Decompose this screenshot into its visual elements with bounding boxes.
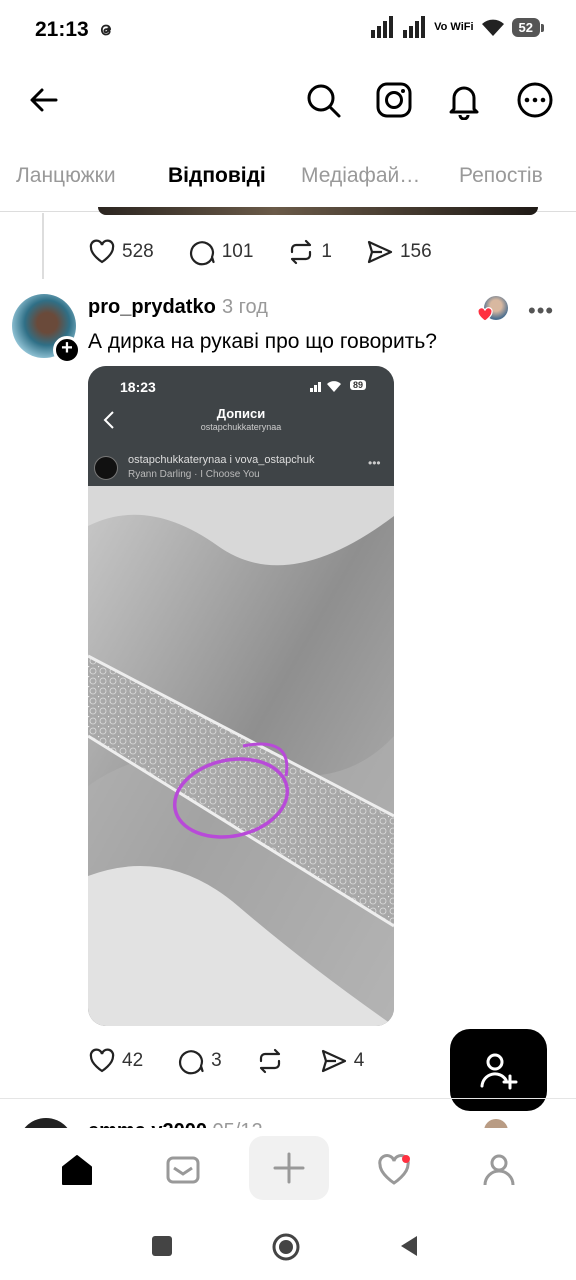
tab-replies[interactable]: Відповіді bbox=[168, 164, 266, 188]
embedded-subtitle: ostapchukkaterynaa bbox=[200, 422, 282, 432]
post-time: 3 год bbox=[222, 296, 268, 318]
plus-icon bbox=[273, 1152, 305, 1184]
tab-reposts[interactable]: Репостів bbox=[459, 164, 543, 188]
status-bar: 21:13 Vo WiFi 52 bbox=[0, 0, 576, 60]
back-triangle-icon[interactable] bbox=[395, 1232, 423, 1260]
share-button[interactable]: 156 bbox=[366, 238, 432, 266]
heart-icon bbox=[378, 1154, 410, 1185]
post-image[interactable]: 18:23 89 Дописи ostapchukkaterynaa ostap… bbox=[88, 366, 394, 1026]
signal-icon bbox=[371, 16, 394, 38]
embedded-screenshot-header: 18:23 89 Дописи ostapchukkaterynaa ostap… bbox=[88, 366, 394, 486]
embedded-time: 18:23 bbox=[120, 379, 156, 395]
nav-messages[interactable] bbox=[153, 1140, 213, 1200]
comment-count: 3 bbox=[211, 1050, 222, 1071]
repost-count: 1 bbox=[321, 241, 332, 262]
like-count: 42 bbox=[122, 1050, 144, 1071]
post-actions: 42 3 4 bbox=[88, 1047, 398, 1075]
embedded-title: Дописи bbox=[216, 406, 266, 421]
follow-plus-icon[interactable]: + bbox=[53, 336, 81, 364]
back-arrow-icon[interactable] bbox=[24, 80, 64, 120]
more-icon[interactable] bbox=[515, 80, 555, 120]
comment-button[interactable]: 3 bbox=[177, 1047, 222, 1075]
thread-line bbox=[42, 213, 44, 279]
status-indicators: Vo WiFi 52 bbox=[370, 16, 545, 38]
send-icon bbox=[367, 240, 393, 264]
embedded-signal-icon bbox=[310, 381, 341, 392]
like-count: 528 bbox=[122, 241, 154, 262]
home-icon bbox=[62, 1155, 92, 1185]
like-button[interactable]: 42 bbox=[88, 1047, 143, 1075]
share-count: 4 bbox=[353, 1050, 365, 1071]
tab-threads[interactable]: Ланцюжки bbox=[16, 164, 116, 188]
nav-activity[interactable] bbox=[364, 1140, 424, 1200]
nav-create[interactable] bbox=[249, 1136, 329, 1200]
heart-badge-icon bbox=[477, 307, 493, 322]
embedded-song: Ryann Darling · I Choose You bbox=[128, 469, 260, 480]
comment-icon bbox=[189, 241, 215, 266]
tab-media[interactable]: Медіафай… bbox=[301, 164, 420, 188]
system-navigation bbox=[0, 1212, 576, 1280]
repost-button[interactable]: 1 bbox=[287, 238, 332, 266]
like-button[interactable]: 528 bbox=[88, 238, 154, 266]
embedded-more-icon: ••• bbox=[368, 456, 381, 470]
post-text: А дирка на рукаві про що говорить? bbox=[88, 330, 437, 353]
share-count: 156 bbox=[399, 241, 432, 262]
nav-home[interactable] bbox=[47, 1140, 107, 1200]
comment-icon bbox=[179, 1050, 204, 1075]
search-icon[interactable] bbox=[303, 80, 343, 120]
previous-post-actions: 528 101 1 156 bbox=[88, 238, 466, 266]
status-time: 21:13 bbox=[35, 18, 89, 41]
post-divider bbox=[0, 1098, 576, 1099]
bottom-navigation bbox=[0, 1128, 576, 1212]
wifi-icon bbox=[481, 19, 504, 36]
comment-count: 101 bbox=[221, 241, 254, 262]
embedded-avatar bbox=[94, 456, 118, 480]
post-username[interactable]: pro_prydatko bbox=[88, 296, 216, 319]
threads-icon bbox=[100, 24, 112, 36]
recent-apps-icon[interactable] bbox=[148, 1232, 176, 1260]
signal-icon-2 bbox=[403, 16, 426, 38]
home-button-icon[interactable] bbox=[271, 1232, 301, 1262]
heart-icon bbox=[89, 239, 115, 264]
instagram-icon[interactable] bbox=[374, 80, 414, 120]
repost-icon bbox=[259, 1048, 280, 1074]
battery-indicator: 52 bbox=[511, 17, 545, 37]
bell-icon[interactable] bbox=[444, 80, 484, 120]
top-app-bar bbox=[0, 70, 576, 130]
add-person-icon bbox=[480, 1053, 518, 1090]
repost-button[interactable] bbox=[256, 1047, 290, 1075]
comment-button[interactable]: 101 bbox=[188, 238, 254, 266]
share-button[interactable]: 4 bbox=[320, 1047, 365, 1075]
profile-tabs: Ланцюжки Відповіді Медіафай… Репостів bbox=[0, 150, 576, 212]
embedded-usernames: ostapchukkaterynaa і vova_ostapchuk bbox=[128, 454, 315, 466]
lace-sleeve-photo bbox=[88, 486, 394, 1026]
post-more-icon[interactable]: ••• bbox=[528, 298, 554, 324]
send-icon bbox=[321, 1049, 346, 1073]
previous-post-image[interactable] bbox=[98, 207, 538, 215]
heart-icon bbox=[89, 1048, 115, 1073]
mail-icon bbox=[166, 1156, 200, 1184]
embedded-battery: 89 bbox=[350, 380, 367, 390]
person-icon bbox=[483, 1154, 515, 1186]
repost-icon bbox=[291, 239, 312, 265]
vowifi-label: Vo WiFi bbox=[434, 20, 474, 33]
nav-profile[interactable] bbox=[469, 1140, 529, 1200]
